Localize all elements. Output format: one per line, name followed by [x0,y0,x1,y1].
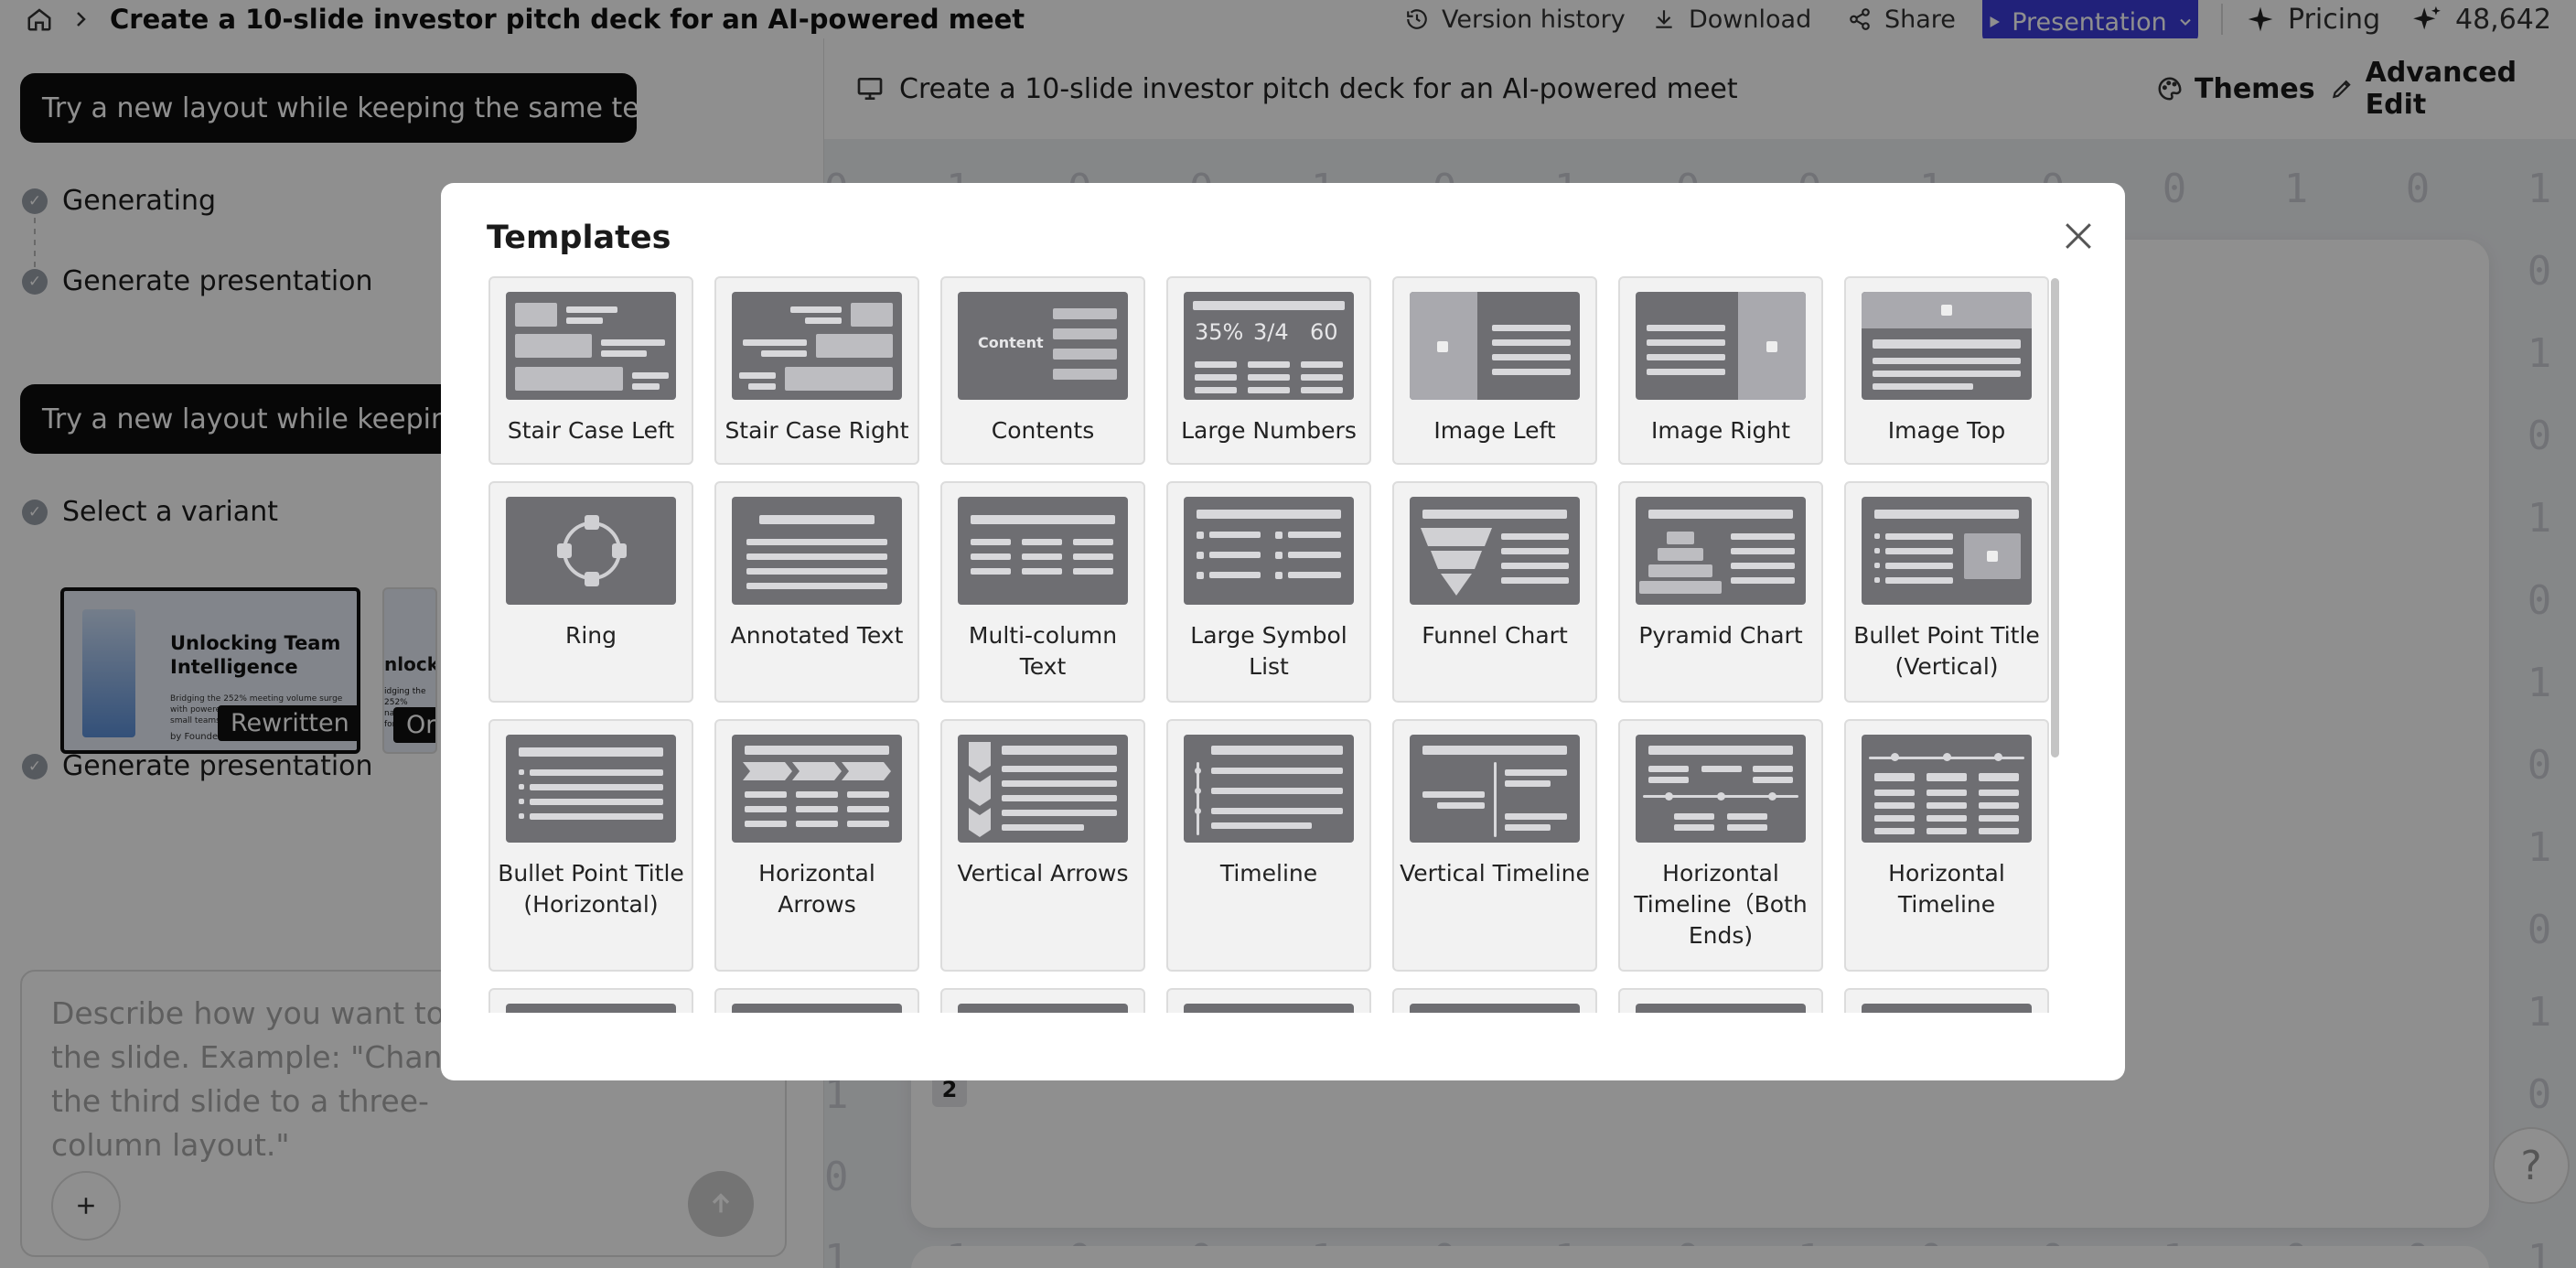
template-thumbnail [506,1004,676,1013]
template-funnel-chart[interactable]: Funnel Chart [1392,481,1597,703]
template-stair-case-left[interactable]: Stair Case Left [488,276,693,465]
template-thumbnail [1862,292,2032,400]
template-large-numbers[interactable]: 35% 3/4 60 Large Numbers [1166,276,1371,465]
template-image-top[interactable]: Image Top [1844,276,2049,465]
template-card[interactable] [1166,988,1371,1013]
template-card[interactable] [714,988,919,1013]
template-horizontal-timeline-both-ends[interactable]: Horizontal Timeline（Both Ends) [1618,719,1823,972]
template-thumbnail [1184,735,1354,843]
template-thumbnail [732,735,902,843]
template-thumbnail [506,497,676,605]
template-label: Image Left [1433,417,1556,444]
template-thumbnail [506,292,676,400]
close-icon [2066,223,2091,249]
template-annotated-text[interactable]: Annotated Text [714,481,919,703]
template-horizontal-timeline[interactable]: Horizontal Timeline [1844,719,2049,972]
template-timeline[interactable]: Timeline [1166,719,1371,972]
template-label: Image Right [1650,417,1791,444]
template-label: Vertical Timeline [1400,860,1590,887]
template-thumbnail [1410,497,1580,605]
template-label: Bullet Point Title (Horizontal) [498,860,684,918]
template-thumbnail [1862,735,2032,843]
thumb-number: 3/4 [1253,319,1289,345]
thumb-number: 60 [1310,319,1338,345]
template-vertical-timeline[interactable]: Vertical Timeline [1392,719,1597,972]
templates-scrollbar[interactable] [2051,278,2059,758]
template-label: Contents [991,417,1095,444]
thumb-text: Content [978,334,1044,351]
template-label: Vertical Arrows [957,860,1129,887]
template-thumbnail [1410,292,1580,400]
template-thumbnail: 35% 3/4 60 [1184,292,1354,400]
template-card[interactable] [1392,988,1597,1013]
template-bullet-point-title-vertical[interactable]: Bullet Point Title (Vertical) [1844,481,2049,703]
template-horizontal-arrows[interactable]: Horizontal Arrows [714,719,919,972]
template-thumbnail [1410,1004,1580,1013]
templates-grid: Stair Case Left Stair Case Right Content… [487,276,2052,1013]
template-label: Ring [564,622,617,649]
template-image-right[interactable]: Image Right [1618,276,1823,465]
template-thumbnail [1184,1004,1354,1013]
template-thumbnail [1410,735,1580,843]
close-button[interactable] [2058,216,2098,256]
template-label: Image Top [1887,417,2006,444]
template-thumbnail [958,497,1128,605]
template-stair-case-right[interactable]: Stair Case Right [714,276,919,465]
template-label: Horizontal Timeline（Both Ends) [1634,860,1808,949]
template-contents[interactable]: Content Contents [940,276,1145,465]
template-image-left[interactable]: Image Left [1392,276,1597,465]
template-thumbnail [506,735,676,843]
thumb-number: 35% [1195,319,1244,345]
template-label: Annotated Text [730,622,904,649]
template-card[interactable] [1844,988,2049,1013]
template-label: Horizontal Arrows [758,860,875,918]
template-label: Pyramid Chart [1638,622,1803,649]
template-bullet-point-title-horizontal[interactable]: Bullet Point Title (Horizontal) [488,719,693,972]
template-label: Bullet Point Title (Vertical) [1853,622,2040,680]
template-card[interactable] [940,988,1145,1013]
template-label: Funnel Chart [1422,622,1568,649]
template-label: Timeline [1219,860,1318,887]
template-thumbnail [1636,1004,1806,1013]
template-thumbnail [1862,497,2032,605]
template-label: Horizontal Timeline [1888,860,2005,918]
template-card[interactable] [1618,988,1823,1013]
template-thumbnail [958,1004,1128,1013]
template-thumbnail [1862,1004,2032,1013]
templates-modal: Templates Stair Case Left Stair Case Rig… [441,183,2125,1080]
template-thumbnail [1636,735,1806,843]
template-large-symbol-list[interactable]: Large Symbol List [1166,481,1371,703]
template-label: Large Symbol List [1190,622,1347,680]
template-vertical-arrows[interactable]: Vertical Arrows [940,719,1145,972]
modal-title: Templates [487,220,671,256]
template-pyramid-chart[interactable]: Pyramid Chart [1618,481,1823,703]
template-label: Large Numbers [1181,417,1357,444]
template-thumbnail [1636,497,1806,605]
template-ring[interactable]: Ring [488,481,693,703]
template-label: Multi-column Text [968,622,1118,680]
template-thumbnail [732,497,902,605]
template-thumbnail [732,1004,902,1013]
template-thumbnail [1636,292,1806,400]
template-thumbnail [958,735,1128,843]
template-multi-column-text[interactable]: Multi-column Text [940,481,1145,703]
template-card[interactable] [488,988,693,1013]
template-label: Stair Case Right [724,417,909,444]
template-thumbnail [1184,497,1354,605]
template-thumbnail: Content [958,292,1128,400]
template-thumbnail [732,292,902,400]
template-label: Stair Case Left [507,417,675,444]
